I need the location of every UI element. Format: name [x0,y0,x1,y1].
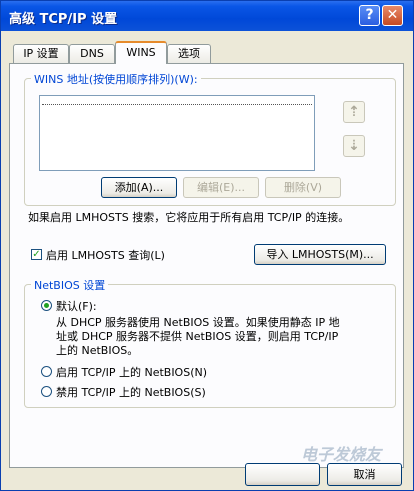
move-down-icon[interactable]: ⇣ [343,135,365,157]
list-focus-line [42,104,312,106]
netbios-group-legend: NetBIOS 设置 [31,277,109,293]
tab-ip-settings[interactable]: IP 设置 [13,44,69,63]
close-icon[interactable]: ✕ [382,5,403,26]
tab-wins[interactable]: WINS [115,41,167,64]
default-description-line-3: 上的 NetBIOS。 [56,344,139,357]
wins-address-group: WINS 地址(按使用顺序排列)(W): ⇡ ⇣ 添加(A)... 编辑(E).… [24,71,396,206]
title-bar[interactable]: 高级 TCP/IP 设置 ? ✕ [1,1,413,31]
add-button[interactable]: 添加(A)... [101,177,177,198]
lmhosts-description: 如果启用 LMHOSTS 搜索，它将应用于所有启用 TCP/IP 的连接。 [28,211,350,224]
netbios-group: NetBIOS 设置 默认(F): 从 DHCP 服务器使用 NetBIOS 设… [24,277,396,408]
enable-lmhosts-checkbox[interactable]: ✓ [31,249,42,260]
tab-options[interactable]: 选项 [167,44,211,63]
enable-lmhosts-label[interactable]: 启用 LMHOSTS 查询(L) [46,247,165,263]
help-icon[interactable]: ? [359,5,380,26]
import-lmhosts-button[interactable]: 导入 LMHOSTS(M)... [254,244,386,265]
advanced-tcpip-dialog: 高级 TCP/IP 设置 ? ✕ IP 设置 DNS WINS 选项 WINS … [0,0,414,491]
wins-group-legend: WINS 地址(按使用顺序排列)(W): [31,71,201,87]
wins-address-list[interactable] [39,95,315,171]
radio-enable-netbios-label[interactable]: 启用 TCP/IP 上的 NetBIOS(N) [56,364,207,380]
watermark: 电子发烧友 [301,445,382,464]
radio-enable-netbios[interactable] [41,366,52,377]
tab-dns[interactable]: DNS [69,44,115,63]
radio-default-label[interactable]: 默认(F): [56,298,97,314]
remove-button[interactable]: 删除(V) [265,177,341,198]
wins-tab-panel: WINS 地址(按使用顺序排列)(W): ⇡ ⇣ 添加(A)... 编辑(E).… [9,63,404,468]
move-up-icon[interactable]: ⇡ [343,101,365,123]
ok-button[interactable] [245,463,320,486]
window-title: 高级 TCP/IP 设置 [9,12,118,27]
tab-strip: IP 设置 DNS WINS 选项 [1,41,413,64]
radio-disable-netbios-label[interactable]: 禁用 TCP/IP 上的 NetBIOS(S) [56,384,206,400]
radio-default[interactable] [41,300,52,311]
radio-disable-netbios[interactable] [41,386,52,397]
cancel-button[interactable]: 取消 [327,463,402,486]
edit-button[interactable]: 编辑(E)... [183,177,259,198]
